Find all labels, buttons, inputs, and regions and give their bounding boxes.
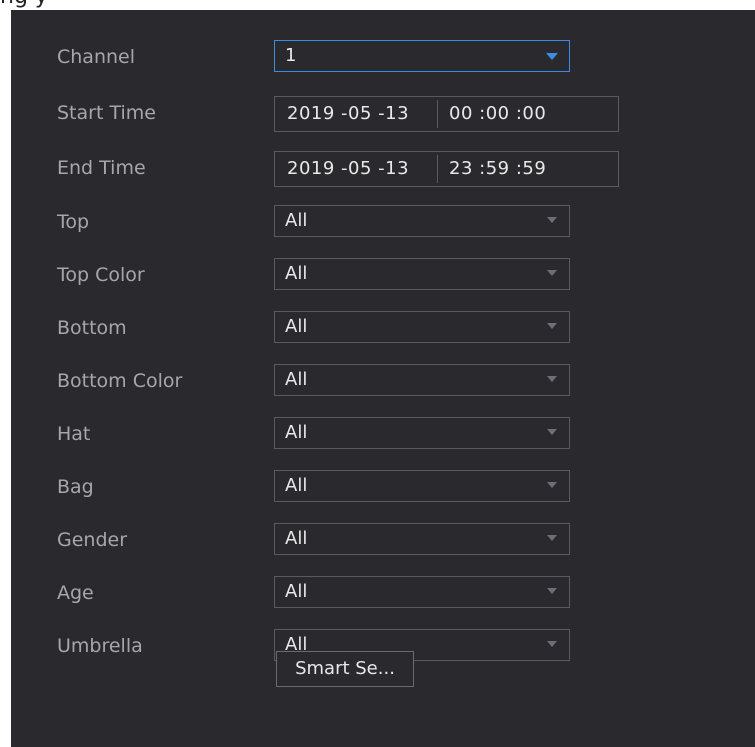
bag-row: Bag All	[11, 468, 755, 506]
start-time-row: Start Time 2019 -05 -13 00 :00 :00	[11, 94, 755, 132]
chevron-down-icon	[547, 641, 557, 647]
age-row: Age All	[11, 574, 755, 612]
top-color-label: Top Color	[57, 264, 145, 286]
end-date-value[interactable]: 2019 -05 -13	[287, 152, 409, 186]
end-time-field[interactable]: 2019 -05 -13 23 :59 :59	[274, 151, 619, 187]
date-time-divider	[437, 100, 438, 128]
channel-label: Channel	[57, 46, 136, 68]
chevron-down-icon	[547, 323, 557, 329]
umbrella-label: Umbrella	[57, 635, 143, 657]
chevron-down-icon	[547, 535, 557, 541]
bottom-color-row: Bottom Color All	[11, 362, 755, 400]
top-row: Top All	[11, 203, 755, 241]
bag-value: All	[285, 475, 308, 496]
cropped-title-fragment: ng y	[0, 0, 48, 10]
start-time-field[interactable]: 2019 -05 -13 00 :00 :00	[274, 96, 619, 132]
top-value: All	[285, 210, 308, 231]
chevron-down-icon	[547, 217, 557, 223]
chevron-down-icon	[546, 53, 558, 60]
end-time-row: End Time 2019 -05 -13 23 :59 :59	[11, 149, 755, 187]
smart-search-button[interactable]: Smart Se...	[276, 651, 414, 687]
top-select[interactable]: All	[274, 205, 570, 237]
chevron-down-icon	[547, 270, 557, 276]
bottom-color-select[interactable]: All	[274, 364, 570, 396]
bottom-label: Bottom	[57, 317, 127, 339]
hat-label: Hat	[57, 423, 91, 445]
date-time-divider	[437, 155, 438, 183]
hat-select[interactable]: All	[274, 417, 570, 449]
bottom-row: Bottom All	[11, 309, 755, 347]
age-label: Age	[57, 582, 94, 604]
bottom-color-value: All	[285, 369, 308, 390]
gender-label: Gender	[57, 529, 128, 551]
chevron-down-icon	[547, 429, 557, 435]
top-color-value: All	[285, 263, 308, 284]
hat-row: Hat All	[11, 415, 755, 453]
gender-select[interactable]: All	[274, 523, 570, 555]
top-color-select[interactable]: All	[274, 258, 570, 290]
channel-select[interactable]: 1	[274, 40, 570, 72]
start-date-value[interactable]: 2019 -05 -13	[287, 97, 409, 131]
channel-row: Channel 1	[11, 38, 755, 76]
chevron-down-icon	[547, 482, 557, 488]
bottom-color-label: Bottom Color	[57, 370, 183, 392]
end-time-value[interactable]: 23 :59 :59	[449, 152, 546, 186]
start-time-label: Start Time	[57, 102, 156, 124]
end-time-label: End Time	[57, 157, 146, 179]
bag-select[interactable]: All	[274, 470, 570, 502]
channel-value: 1	[285, 45, 297, 66]
top-label: Top	[57, 211, 90, 233]
age-select[interactable]: All	[274, 576, 570, 608]
age-value: All	[285, 581, 308, 602]
gender-value: All	[285, 528, 308, 549]
hat-value: All	[285, 422, 308, 443]
gender-row: Gender All	[11, 521, 755, 559]
bottom-select[interactable]: All	[274, 311, 570, 343]
chevron-down-icon	[547, 588, 557, 594]
chevron-down-icon	[547, 376, 557, 382]
bottom-value: All	[285, 316, 308, 337]
top-color-row: Top Color All	[11, 256, 755, 294]
smart-search-panel: Channel 1 Start Time 2019 -05 -13 00 :00…	[11, 10, 755, 747]
start-time-value[interactable]: 00 :00 :00	[449, 97, 546, 131]
bag-label: Bag	[57, 476, 94, 498]
